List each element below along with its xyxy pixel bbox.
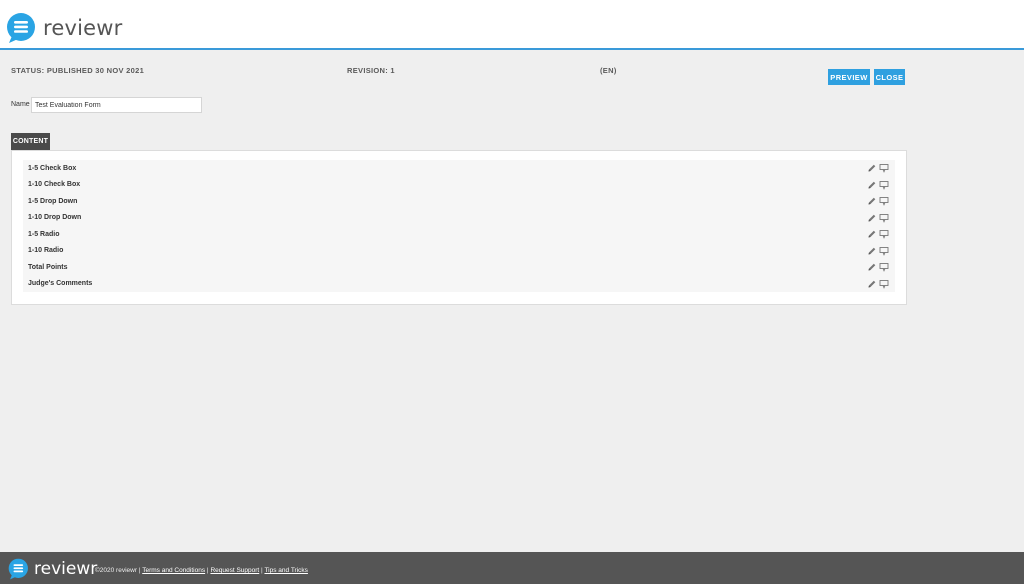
content-list: 1-5 Check Box 1-10 Check Box 1-5 Drop Do… <box>23 160 895 292</box>
list-item[interactable]: 1-5 Radio <box>23 226 895 243</box>
brand-logo[interactable]: reviewr <box>6 12 122 44</box>
row-actions <box>867 163 889 174</box>
language-text: (EN) <box>600 66 617 75</box>
list-item[interactable]: Total Points <box>23 259 895 276</box>
list-item[interactable]: 1-10 Drop Down <box>23 210 895 227</box>
footer-separator: | <box>206 567 209 574</box>
support-link[interactable]: Request Support <box>210 567 259 574</box>
top-bar: reviewr <box>0 0 1024 50</box>
list-item-label: Total Points <box>28 263 68 271</box>
footer-links: ©2020 reviewr | Terms and Conditions | R… <box>95 567 308 574</box>
list-item[interactable]: 1-5 Check Box <box>23 160 895 177</box>
row-actions <box>867 196 889 207</box>
tips-link[interactable]: Tips and Tricks <box>264 567 307 574</box>
status-text: STATUS: PUBLISHED 30 NOV 2021 <box>11 66 145 75</box>
pencil-icon[interactable] <box>867 213 877 223</box>
footer-logo[interactable]: reviewr <box>8 558 97 580</box>
pencil-icon[interactable] <box>867 279 877 289</box>
comment-icon[interactable] <box>879 229 889 240</box>
comment-icon[interactable] <box>879 213 889 223</box>
list-item-label: 1-5 Check Box <box>28 164 77 172</box>
pencil-icon[interactable] <box>867 229 877 239</box>
tab-content[interactable]: CONTENT <box>11 133 50 150</box>
list-item[interactable]: 1-5 Drop Down <box>23 193 895 210</box>
pencil-icon[interactable] <box>867 180 877 190</box>
name-label: Name <box>11 101 30 108</box>
footer: reviewr ©2020 reviewr | Terms and Condit… <box>0 552 1024 584</box>
comment-icon[interactable] <box>879 196 889 207</box>
row-actions <box>867 279 889 289</box>
pencil-icon[interactable] <box>867 163 877 173</box>
comment-icon[interactable] <box>879 163 889 174</box>
list-item-label: 1-10 Drop Down <box>28 214 82 222</box>
footer-brand-name: reviewr <box>34 559 98 579</box>
row-actions <box>867 262 889 273</box>
list-item[interactable]: 1-10 Check Box <box>23 177 895 194</box>
list-item-label: Judge's Comments <box>28 280 93 288</box>
row-actions <box>867 229 889 240</box>
content-panel: 1-5 Check Box 1-10 Check Box 1-5 Drop Do… <box>11 150 907 305</box>
copyright-text: ©2020 reviewr <box>95 567 138 574</box>
list-item[interactable]: Judge's Comments <box>23 276 895 293</box>
terms-link[interactable]: Terms and Conditions <box>142 567 205 574</box>
pencil-icon[interactable] <box>867 246 877 256</box>
row-actions <box>867 246 889 256</box>
preview-button[interactable]: PREVIEW <box>828 69 870 85</box>
pencil-icon[interactable] <box>867 262 877 272</box>
reviewr-logo-icon <box>7 13 35 43</box>
reviewr-logo-icon <box>8 558 28 580</box>
comment-icon[interactable] <box>879 246 889 256</box>
footer-separator: | <box>261 567 263 574</box>
list-item-label: 1-5 Radio <box>28 230 60 238</box>
name-input[interactable] <box>31 97 202 113</box>
list-item-label: 1-5 Drop Down <box>28 197 78 205</box>
footer-separator: | <box>138 567 141 574</box>
comment-icon[interactable] <box>879 279 889 289</box>
comment-icon[interactable] <box>879 180 889 190</box>
list-item-label: 1-10 Radio <box>28 247 64 255</box>
list-item-label: 1-10 Check Box <box>28 181 81 189</box>
row-actions <box>867 213 889 223</box>
pencil-icon[interactable] <box>867 196 877 206</box>
row-actions <box>867 180 889 190</box>
revision-text: REVISION: 1 <box>347 66 395 75</box>
close-button[interactable]: CLOSE <box>874 69 905 85</box>
list-item[interactable]: 1-10 Radio <box>23 243 895 260</box>
comment-icon[interactable] <box>879 262 889 273</box>
brand-name: reviewr <box>43 16 123 40</box>
